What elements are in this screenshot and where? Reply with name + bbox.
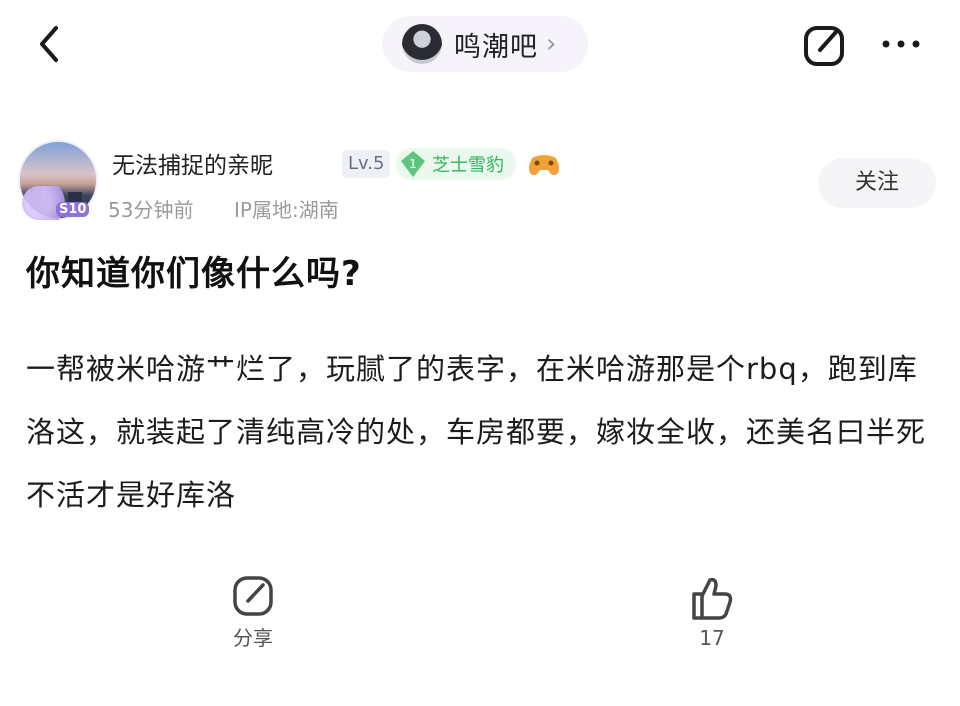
like-button[interactable]: 17 bbox=[667, 574, 757, 650]
chevron-right-icon: › bbox=[546, 29, 557, 59]
author-name[interactable]: 无法捕捉的亲昵 bbox=[112, 146, 273, 180]
more-icon[interactable] bbox=[878, 28, 924, 58]
forum-entry-button[interactable]: 鸣潮吧 › bbox=[382, 16, 588, 72]
compose-icon[interactable] bbox=[800, 22, 850, 68]
thumbs-up-icon bbox=[692, 577, 733, 620]
level-badge: Lv.5 bbox=[342, 150, 391, 178]
fan-badge: 1 芝士雪豹 bbox=[396, 148, 516, 180]
post-title: 你知道你们像什么吗? bbox=[26, 254, 362, 294]
author-avatar[interactable]: S10 bbox=[18, 140, 102, 220]
like-count: 17 bbox=[699, 626, 725, 650]
gamepad-icon bbox=[526, 148, 562, 180]
share-icon bbox=[233, 576, 273, 616]
gem-icon: 1 bbox=[401, 151, 425, 177]
follow-button[interactable]: 关注 bbox=[818, 158, 936, 208]
share-label: 分享 bbox=[233, 626, 273, 650]
forum-name: 鸣潮吧 bbox=[454, 31, 538, 63]
share-button[interactable]: 分享 bbox=[208, 574, 298, 651]
fan-level: 1 bbox=[409, 157, 417, 171]
back-button[interactable] bbox=[30, 22, 70, 66]
avatar-badge: S10 bbox=[56, 202, 90, 217]
ip-location: IP属地:湖南 bbox=[234, 198, 339, 222]
post-time: 53分钟前 bbox=[108, 198, 194, 222]
post-body: 一帮被米哈游艹烂了，玩腻了的表字，在米哈游那是个rbq，跑到库洛这，就装起了清纯… bbox=[26, 352, 927, 512]
forum-avatar bbox=[402, 24, 442, 64]
fan-title: 芝士雪豹 bbox=[432, 155, 504, 176]
back-arrow-icon bbox=[40, 26, 58, 62]
